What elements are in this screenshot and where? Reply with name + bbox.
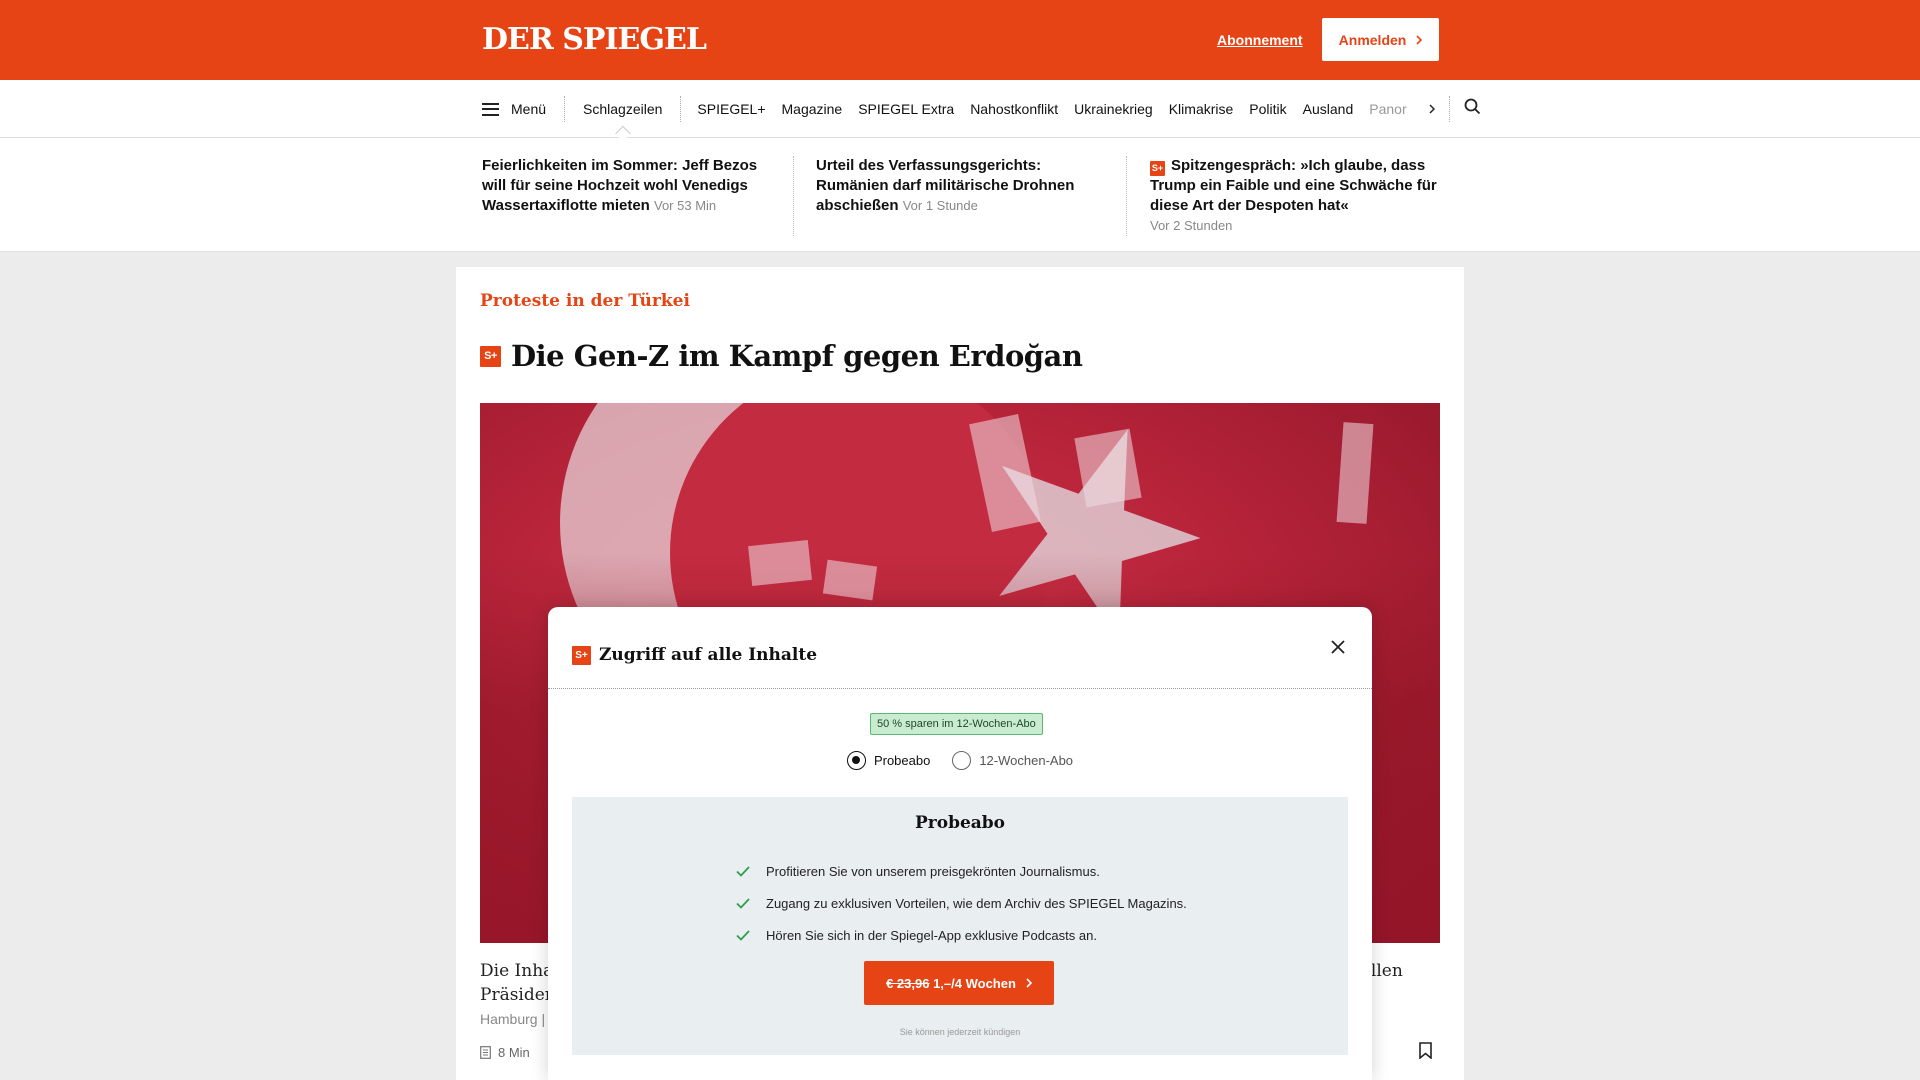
article-icon xyxy=(480,1046,491,1059)
headline-teaser[interactable]: Urteil des Verfassungsgerichts: Rumänien… xyxy=(816,156,1106,216)
nav-item-ausland[interactable]: Ausland xyxy=(1295,101,1362,117)
protest-sign xyxy=(1336,422,1374,524)
nav-item-ukrainekrieg[interactable]: Ukrainekrieg xyxy=(1066,101,1161,117)
nav-item-klimakrise[interactable]: Klimakrise xyxy=(1161,101,1242,117)
check-icon xyxy=(736,897,750,909)
radio-button-selected[interactable] xyxy=(846,751,866,770)
headline-teaser[interactable]: S+ Spitzengespräch: »Ich glaube, dass Tru… xyxy=(1150,156,1440,236)
plan-title: Probeabo xyxy=(914,813,1006,833)
chevron-right-icon xyxy=(1416,34,1423,45)
menu-label: Menü xyxy=(511,101,547,117)
benefit-item: Profitieren Sie von unserem preisgekrönt… xyxy=(736,855,1187,887)
radio-label: Probeabo xyxy=(873,753,931,768)
bookmark-icon xyxy=(1419,1042,1432,1060)
teaser-age: Vor 1 Stunde xyxy=(902,198,978,213)
headline-strip: Feierlichkeiten im Sommer: Jeff Bezos wi… xyxy=(0,138,1920,252)
hamburger-icon xyxy=(482,102,499,116)
spiegel-plus-icon: S+ xyxy=(1150,161,1165,176)
brand-header: DER SPIEGEL Abonnement Anmelden xyxy=(0,0,1920,80)
benefit-text: Hören Sie sich in der Spiegel-App exklus… xyxy=(766,927,1097,943)
close-icon xyxy=(1331,640,1345,654)
spiegel-logo[interactable]: DER SPIEGEL xyxy=(482,22,707,57)
nav-item-spiegel-extra[interactable]: SPIEGEL Extra xyxy=(850,101,962,117)
check-icon xyxy=(736,929,750,941)
cancel-note: Sie können jederzeit kündigen xyxy=(899,1027,1021,1037)
article-location: Hamburg | xyxy=(480,1011,546,1027)
spiegel-plus-icon: S+ xyxy=(572,645,591,665)
cta-new-price: 1,–/4 Wochen xyxy=(933,975,1016,991)
radio-probeabo[interactable]: Probeabo xyxy=(846,751,931,770)
nav-item-schlagzeilen[interactable]: Schlagzeilen xyxy=(565,101,680,117)
savings-badge: 50 % sparen im 12-Wochen-Abo xyxy=(870,713,1043,735)
teaser-line: Die Inha xyxy=(480,961,554,981)
nav-item-nahostkonflikt[interactable]: Nahostkonflikt xyxy=(962,101,1066,117)
nav-item-magazine[interactable]: Magazine xyxy=(774,101,851,117)
plan-details: Probeabo Profitieren Sie von unserem pre… xyxy=(572,797,1348,1055)
cta-price: € 23,96 1,–/4 Wochen xyxy=(886,976,1016,991)
protest-sign xyxy=(748,539,812,587)
login-button[interactable]: Anmelden xyxy=(1322,18,1439,61)
login-label: Anmelden xyxy=(1338,31,1407,48)
radio-12-wochen-abo[interactable]: 12-Wochen-Abo xyxy=(952,751,1073,770)
abonnement-link[interactable]: Abonnement xyxy=(1217,32,1303,48)
chevron-right-icon xyxy=(1429,104,1435,114)
teaser-age: Vor 53 Min xyxy=(654,198,717,213)
teaser-age: Vor 2 Stunden xyxy=(1150,218,1233,233)
bookmark-button[interactable] xyxy=(1419,1042,1432,1064)
read-time-label: 8 Min xyxy=(498,1045,530,1060)
nav-item-politik[interactable]: Politik xyxy=(1241,101,1294,117)
modal-title-text: Zugriff auf alle Inhalte xyxy=(599,645,818,665)
benefit-item: Zugang zu exklusiven Vorteilen, wie dem … xyxy=(736,887,1187,919)
subscription-modal: S+ Zugriff auf alle Inhalte 50 % sparen … xyxy=(548,607,1372,1080)
headline-teaser[interactable]: Feierlichkeiten im Sommer: Jeff Bezos wi… xyxy=(482,156,772,216)
search-button[interactable] xyxy=(1464,98,1481,120)
subscribe-button[interactable]: € 23,96 1,–/4 Wochen xyxy=(864,961,1054,1005)
radio-label: 12-Wochen-Abo xyxy=(979,753,1074,768)
radio-button[interactable] xyxy=(952,751,972,770)
benefit-list: Profitieren Sie von unserem preisgekrönt… xyxy=(736,855,1187,951)
chevron-right-icon xyxy=(1026,978,1032,988)
read-time: 8 Min xyxy=(480,1045,530,1060)
teaser-divider xyxy=(1126,156,1127,236)
benefit-text: Zugang zu exklusiven Vorteilen, wie dem … xyxy=(766,895,1187,911)
teaser-divider xyxy=(793,156,794,236)
modal-title: S+ Zugriff auf alle Inhalte xyxy=(572,645,817,665)
benefit-text: Profitieren Sie von unserem preisgekrönt… xyxy=(766,863,1100,879)
plan-selector: Probeabo 12-Wochen-Abo xyxy=(548,751,1372,770)
article-teaser-text: Die Inha Präsiden xyxy=(480,959,556,1007)
close-button[interactable] xyxy=(1326,635,1350,659)
article-title[interactable]: S+ Die Gen-Z im Kampf gegen Erdoğan xyxy=(480,339,1083,373)
nav-item-panorama[interactable]: Panor xyxy=(1361,101,1414,117)
spiegel-plus-icon: S+ xyxy=(480,345,501,367)
cta-old-price: € 23,96 xyxy=(886,975,930,991)
modal-divider xyxy=(548,688,1372,689)
protest-sign xyxy=(1074,428,1142,508)
main-nav: Menü Schlagzeilen SPIEGEL+ Magazine SPIE… xyxy=(0,80,1920,138)
protest-sign xyxy=(822,559,878,601)
check-icon xyxy=(736,865,750,877)
teaser-title: Spitzengespräch: »Ich glaube, dass Trump… xyxy=(1150,157,1437,214)
search-icon xyxy=(1464,98,1480,115)
nav-scroll-button[interactable] xyxy=(1415,101,1449,117)
nav-divider xyxy=(1448,96,1450,122)
teaser-line: Präsiden xyxy=(480,985,556,1005)
benefit-item: Hören Sie sich in der Spiegel-App exklus… xyxy=(736,919,1187,951)
article-kicker[interactable]: Proteste in der Türkei xyxy=(480,291,690,311)
article-title-text: Die Gen-Z im Kampf gegen Erdoğan xyxy=(511,339,1083,373)
nav-item-spiegel-plus[interactable]: SPIEGEL+ xyxy=(681,101,773,117)
menu-button[interactable]: Menü xyxy=(482,101,564,117)
